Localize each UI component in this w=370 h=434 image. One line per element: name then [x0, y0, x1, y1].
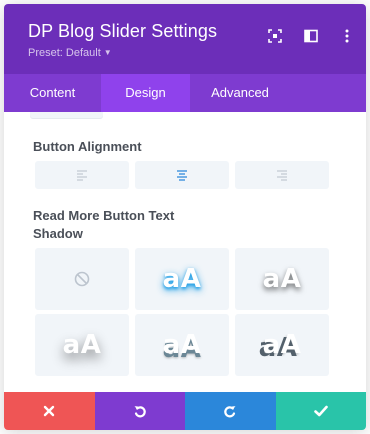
undo-button[interactable] — [94, 392, 185, 430]
align-right-icon — [277, 170, 287, 181]
shadow-option-none[interactable] — [35, 248, 129, 310]
shadow-preview-text: aA — [162, 264, 202, 294]
shadow-preview-text: aA — [62, 330, 102, 360]
align-center-button[interactable] — [135, 161, 229, 189]
tab-design[interactable]: Design — [101, 74, 190, 112]
align-center-icon — [177, 170, 187, 181]
modal-header: DP Blog Slider Settings Preset: Default ▼ — [4, 4, 366, 74]
tab-advanced[interactable]: Advanced — [190, 74, 290, 112]
text-shadow-label: Read More Button Text Shadow — [33, 208, 175, 241]
close-icon — [44, 405, 55, 417]
tab-content[interactable]: Content — [4, 74, 101, 112]
previous-option-edge — [30, 112, 103, 118]
check-icon — [313, 405, 328, 417]
none-icon — [74, 271, 90, 287]
align-right-button[interactable] — [235, 161, 329, 189]
preset-caret-icon: ▼ — [103, 48, 112, 57]
split-view-icon[interactable] — [303, 28, 319, 44]
shadow-option-blue-glow[interactable]: aA — [135, 248, 229, 310]
save-button[interactable] — [275, 392, 366, 430]
modal-title: DP Blog Slider Settings — [28, 21, 218, 41]
settings-body: Button Alignment Read More Button Text S… — [4, 112, 366, 396]
focus-icon[interactable] — [267, 28, 283, 44]
redo-icon — [224, 406, 236, 418]
shadow-preview-text: aA — [262, 330, 302, 360]
more-options-icon[interactable] — [339, 28, 355, 44]
preset-label: Preset: Default — [28, 47, 101, 59]
align-left-icon — [77, 170, 87, 181]
preset-selector[interactable]: Preset: Default ▼ — [28, 47, 112, 59]
redo-button[interactable] — [185, 392, 276, 430]
shadow-option-soft[interactable]: aA — [235, 248, 329, 310]
modal-footer — [4, 392, 366, 430]
align-left-button[interactable] — [35, 161, 129, 189]
shadow-preview-text: aA — [262, 264, 302, 294]
undo-icon — [134, 406, 146, 418]
settings-modal: DP Blog Slider Settings Preset: Default ▼… — [4, 4, 366, 430]
shadow-option-hard-bottom[interactable]: aA — [135, 314, 229, 376]
cancel-button[interactable] — [4, 392, 95, 430]
shadow-option-hard-left[interactable]: aA — [235, 314, 329, 376]
shadow-option-wide[interactable]: aA — [35, 314, 129, 376]
tab-bar: Content Design Advanced — [4, 74, 366, 112]
button-alignment-label: Button Alignment — [33, 139, 142, 154]
shadow-preview-text: aA — [162, 330, 202, 360]
